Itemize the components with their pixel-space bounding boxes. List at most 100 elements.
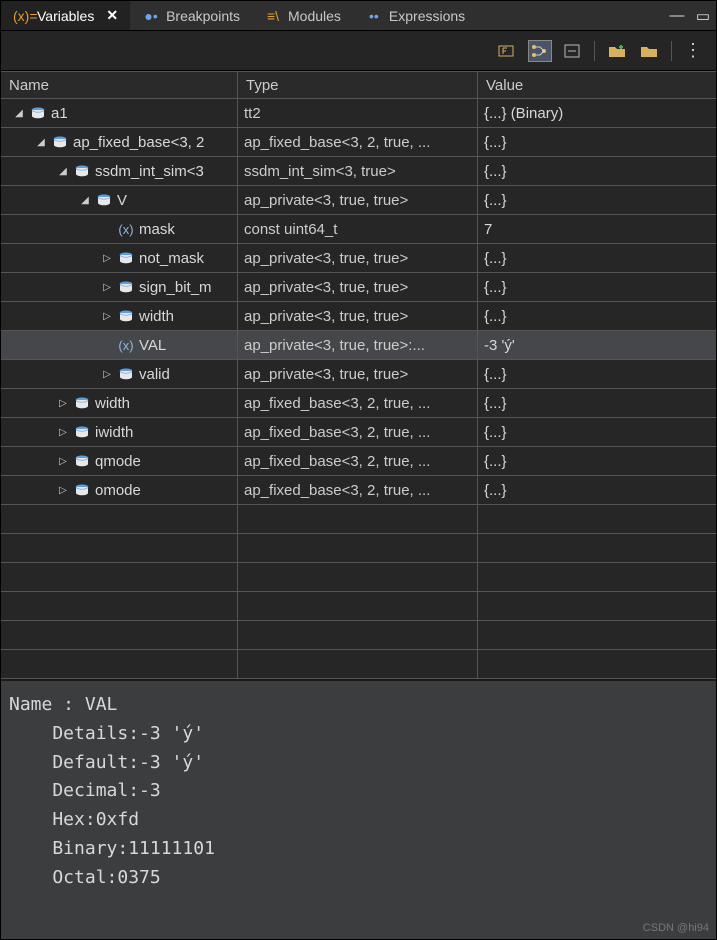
expand-icon[interactable]: ▷ xyxy=(57,456,69,467)
table-row[interactable]: ◢ ap_fixed_base<3, 2 ap_fixed_base<3, 2, t… xyxy=(1,128,716,157)
expand-icon[interactable]: ▷ xyxy=(57,485,69,496)
collapse-icon[interactable]: ◢ xyxy=(79,195,91,206)
column-header-value[interactable]: Value xyxy=(478,72,716,98)
variable-name: sign_bit_m xyxy=(139,279,212,296)
expand-icon[interactable]: ▷ xyxy=(57,427,69,438)
type-names-icon xyxy=(498,43,518,59)
struct-icon xyxy=(95,192,113,208)
detail-name-label: Name : xyxy=(9,694,85,715)
struct-icon xyxy=(73,163,91,179)
view-menu-button[interactable]: ⋮ xyxy=(682,40,706,62)
table-row[interactable]: ◢a1tt2{...} (Binary) xyxy=(1,99,716,128)
cell-type: ap_private<3, true, true> xyxy=(238,360,478,388)
maximize-icon[interactable]: ▭ xyxy=(690,1,716,30)
collapse-icon[interactable]: ◢ xyxy=(57,166,69,177)
variables-table: Name Type Value ◢a1tt2{...} (Binary)◢ap_… xyxy=(1,71,716,679)
cell-type: ap_fixed_base<3, 2, true, ... xyxy=(238,389,478,417)
cell-type: const uint64_t xyxy=(238,215,478,243)
cell-name: ▷ qmode xyxy=(1,447,238,475)
table-row[interactable]: ◢ssdm_int_sim<3ssdm_int_sim<3, true>{...… xyxy=(1,157,716,186)
struct-icon xyxy=(73,453,91,469)
tab-label: Modules xyxy=(288,8,341,24)
table-row[interactable]: ▷ valid ap_private<3, true, true>{...} xyxy=(1,360,716,389)
tab-breakpoints[interactable]: ●• Breakpoints xyxy=(130,1,252,30)
variable-name: width xyxy=(95,395,130,412)
cell-type: ap_fixed_base<3, 2, true, ... xyxy=(238,476,478,504)
cell-name: (x)mask xyxy=(1,215,238,243)
expand-icon[interactable]: ▷ xyxy=(101,253,113,264)
expand-icon[interactable]: ▷ xyxy=(101,369,113,380)
breakpoints-icon: ●• xyxy=(142,8,160,24)
folder-icon xyxy=(639,43,659,59)
table-row-empty xyxy=(1,650,716,679)
detail-name-value: VAL xyxy=(85,694,118,715)
tab-strip: (x)= Variables ✕ ●• Breakpoints ≡\ Modul… xyxy=(1,1,716,31)
struct-icon xyxy=(73,424,91,440)
variable-name: valid xyxy=(139,366,170,383)
column-header-type[interactable]: Type xyxy=(238,72,478,98)
variable-name: not_mask xyxy=(139,250,204,267)
table-row[interactable]: ▷omodeap_fixed_base<3, 2, true, ...{...} xyxy=(1,476,716,505)
table-row[interactable]: ▷widthap_private<3, true, true>{...} xyxy=(1,302,716,331)
table-row[interactable]: ◢Vap_private<3, true, true>{...} xyxy=(1,186,716,215)
field-icon: (x) xyxy=(117,221,135,237)
variable-name: qmode xyxy=(95,453,141,470)
tab-expressions[interactable]: •• Expressions xyxy=(353,1,477,30)
cell-type: tt2 xyxy=(238,99,478,127)
show-logical-structure-button[interactable] xyxy=(528,40,552,62)
details-pane: Name : VAL Details:-3 'ý' Default:-3 'ý'… xyxy=(1,679,716,939)
cell-type: ap_private<3, true, true> xyxy=(238,186,478,214)
variable-name: ap_fixed_base<3, 2 xyxy=(73,134,204,151)
table-row[interactable]: ▷sign_bit_map_private<3, true, true>{...… xyxy=(1,273,716,302)
toolbar: ⋮ xyxy=(1,31,716,71)
tab-label: Variables xyxy=(37,8,94,24)
cell-value: {...} (Binary) xyxy=(478,99,716,127)
field-icon: (x) xyxy=(117,337,135,353)
variable-name: VAL xyxy=(139,337,166,354)
column-header-name[interactable]: Name xyxy=(1,72,238,98)
table-row[interactable]: ▷iwidthap_fixed_base<3, 2, true, ...{...… xyxy=(1,418,716,447)
close-icon[interactable]: ✕ xyxy=(106,7,118,24)
expand-icon[interactable]: ▷ xyxy=(57,398,69,409)
struct-icon xyxy=(73,482,91,498)
cell-name: ▷width xyxy=(1,302,238,330)
collapse-all-button[interactable] xyxy=(560,40,584,62)
open-folder-button[interactable] xyxy=(637,40,661,62)
minimize-icon[interactable]: — xyxy=(664,1,690,30)
toolbar-separator xyxy=(594,41,595,61)
cell-value: {...} xyxy=(478,360,716,388)
table-row[interactable]: ▷widthap_fixed_base<3, 2, true, ...{...} xyxy=(1,389,716,418)
expand-icon[interactable]: ▷ xyxy=(101,282,113,293)
struct-icon xyxy=(29,105,47,121)
cell-type: ssdm_int_sim<3, true> xyxy=(238,157,478,185)
variable-name: V xyxy=(117,192,127,209)
struct-icon xyxy=(51,134,69,150)
collapse-icon[interactable]: ◢ xyxy=(35,137,47,148)
table-row[interactable]: ▷not_maskap_private<3, true, true>{...} xyxy=(1,244,716,273)
collapse-icon[interactable]: ◢ xyxy=(13,108,25,119)
table-row-empty xyxy=(1,621,716,650)
new-watch-button[interactable] xyxy=(605,40,629,62)
cell-type: ap_private<3, true, true>:... xyxy=(238,331,478,359)
cell-name: ◢ ap_fixed_base<3, 2 xyxy=(1,128,238,156)
table-row[interactable]: (x)VAL ap_private<3, true, true>:...-3 'ý… xyxy=(1,331,716,360)
cell-type: ap_private<3, true, true> xyxy=(238,273,478,301)
cell-name: ◢a1 xyxy=(1,99,238,127)
cell-value: {...} xyxy=(478,244,716,272)
struct-icon xyxy=(117,250,135,266)
show-type-names-button[interactable] xyxy=(496,40,520,62)
cell-value: -3 'ý' xyxy=(478,331,716,359)
tab-variables[interactable]: (x)= Variables ✕ xyxy=(1,1,130,30)
variable-name: omode xyxy=(95,482,141,499)
cell-name: ▷ omode xyxy=(1,476,238,504)
expand-icon[interactable]: ▷ xyxy=(101,311,113,322)
cell-type: ap_private<3, true, true> xyxy=(238,302,478,330)
cell-type: ap_fixed_base<3, 2, true, ... xyxy=(238,128,478,156)
modules-icon: ≡\ xyxy=(264,8,282,24)
table-row[interactable]: (x)maskconst uint64_t7 xyxy=(1,215,716,244)
cell-value: {...} xyxy=(478,447,716,475)
cell-name: ▷ sign_bit_m xyxy=(1,273,238,301)
table-row[interactable]: ▷qmodeap_fixed_base<3, 2, true, ...{...} xyxy=(1,447,716,476)
cell-value: 7 xyxy=(478,215,716,243)
tab-modules[interactable]: ≡\ Modules xyxy=(252,1,353,30)
